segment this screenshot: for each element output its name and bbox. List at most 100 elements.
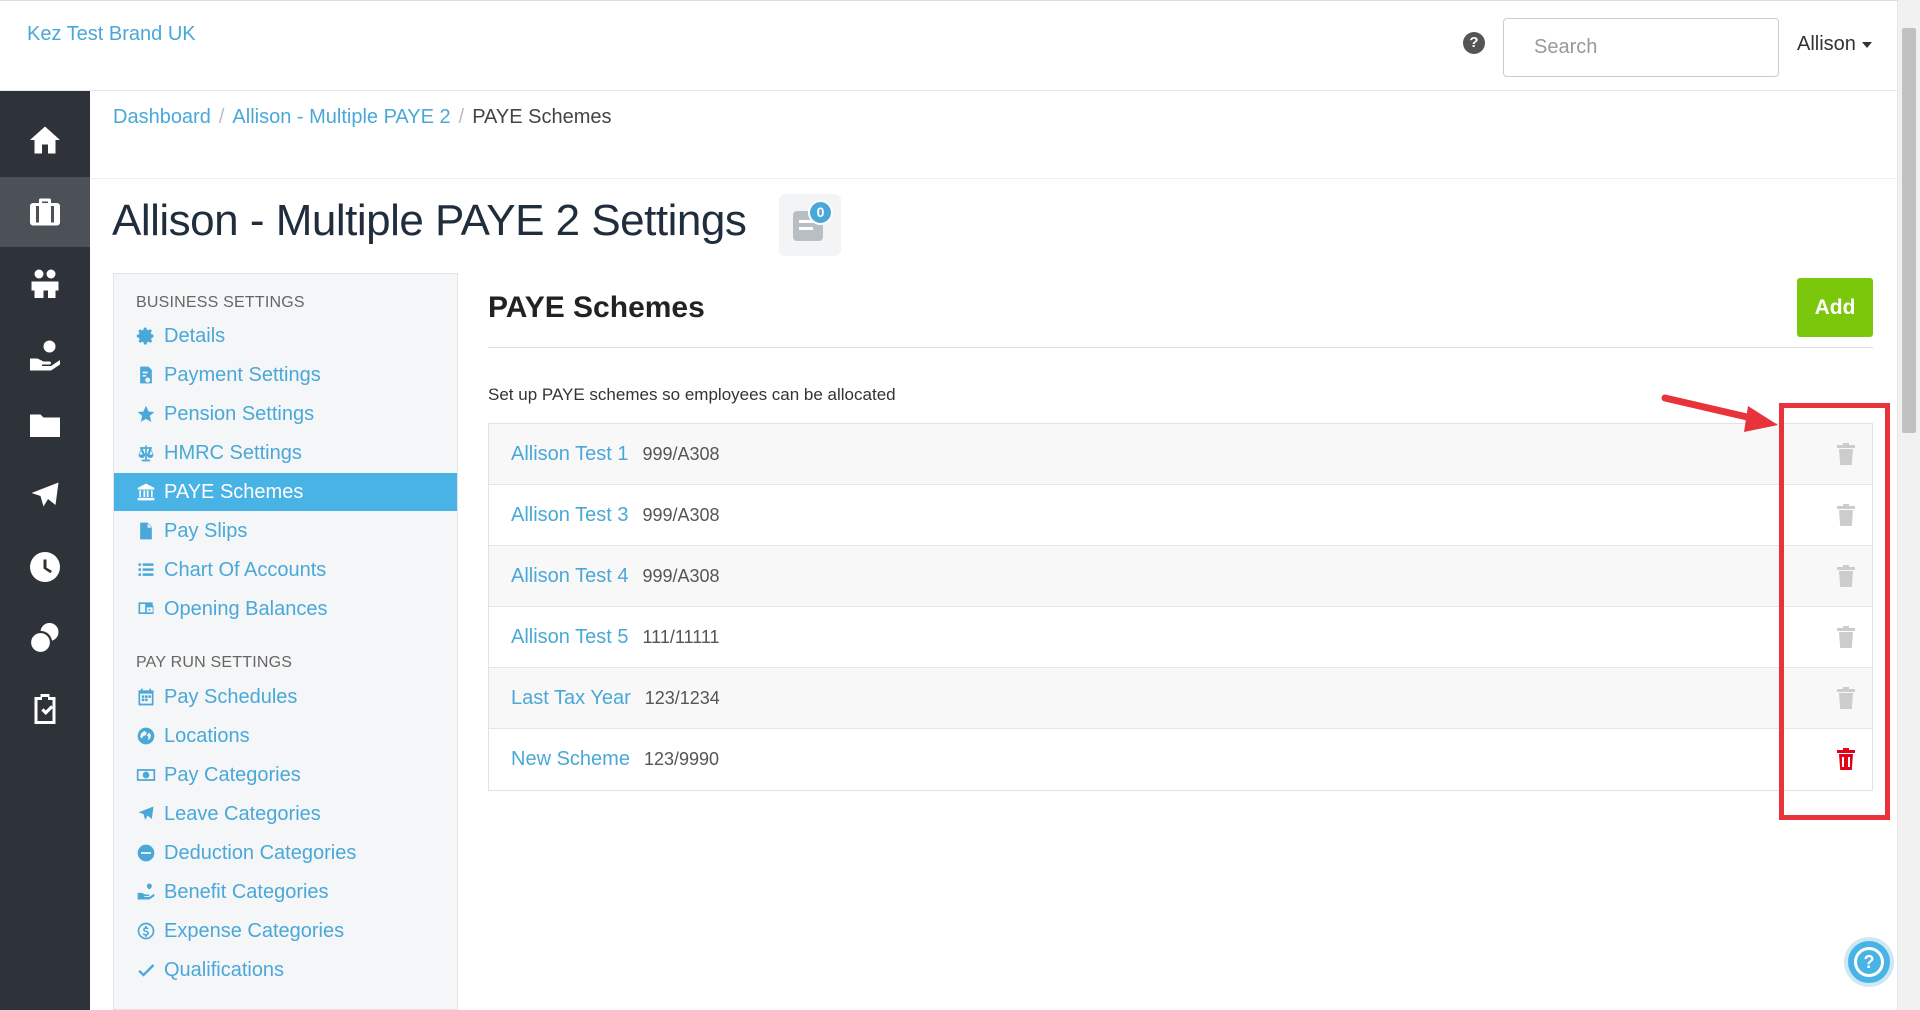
scheme-row: Last Tax Year 123/1234 <box>489 668 1872 729</box>
scheme-name-link[interactable]: Last Tax Year <box>511 687 631 710</box>
settings-item-pay-categories[interactable]: Pay Categories <box>114 756 457 794</box>
settings-item-benefit-categories[interactable]: Benefit Categories <box>114 873 457 911</box>
star-icon <box>136 404 156 424</box>
plane-icon <box>31 482 59 507</box>
nav-leave[interactable] <box>0 461 90 531</box>
settings-item-label: Pension Settings <box>164 402 315 425</box>
settings-item-expense-categories[interactable]: Expense Categories <box>114 912 457 950</box>
settings-item-chart-of-accounts[interactable]: Chart Of Accounts <box>114 551 457 589</box>
user-menu[interactable]: Allison <box>1797 33 1872 56</box>
calendar-icon <box>136 687 156 707</box>
notes-button[interactable]: 0 <box>779 194 841 256</box>
dollar-icon <box>136 921 156 941</box>
settings-item-paye-schemes[interactable]: PAYE Schemes <box>114 473 457 511</box>
settings-item-pay-schedules[interactable]: Pay Schedules <box>114 678 457 716</box>
breadcrumb-bar: Dashboard / Allison - Multiple PAYE 2 / PAYE… <box>90 91 1897 179</box>
settings-item-label: HMRC Settings <box>164 441 302 464</box>
floating-help-button[interactable]: ? <box>1844 937 1894 987</box>
clock-icon <box>30 552 60 582</box>
breadcrumb-separator: / <box>218 106 225 128</box>
section-description: Set up PAYE schemes so employees can be … <box>488 385 896 404</box>
settings-item-label: Locations <box>164 724 250 747</box>
scheme-name-link[interactable]: Allison Test 4 <box>511 565 628 588</box>
question-icon: ? <box>1854 947 1884 977</box>
help-icon[interactable]: ? <box>1463 32 1485 54</box>
nav-timesheets[interactable] <box>0 532 90 602</box>
scheme-row: New Scheme 123/9990 <box>489 729 1872 790</box>
benefit-icon <box>136 882 156 902</box>
scheme-reference: 123/1234 <box>644 687 720 708</box>
file-icon <box>136 521 156 541</box>
wallet-icon <box>136 599 156 619</box>
payment-icon <box>136 365 156 385</box>
scrollbar-thumb[interactable] <box>1902 28 1916 433</box>
clipboard-check-icon <box>34 694 56 724</box>
settings-item-locations[interactable]: Locations <box>114 717 457 755</box>
business-settings-heading: BUSINESS SETTINGS <box>136 294 305 311</box>
scheme-row: Allison Test 4 999/A308 <box>489 546 1872 607</box>
add-scheme-button[interactable]: Add <box>1797 278 1873 337</box>
nav-documents[interactable] <box>0 390 90 460</box>
check-icon <box>136 960 156 980</box>
globe-icon <box>136 726 156 746</box>
gear-icon <box>136 326 156 346</box>
nav-business[interactable] <box>0 177 90 247</box>
settings-item-details[interactable]: Details <box>114 317 457 355</box>
settings-item-payment[interactable]: Payment Settings <box>114 356 457 394</box>
notes-count-badge: 0 <box>808 200 833 225</box>
scheme-reference: 999/A308 <box>642 565 720 586</box>
scheme-reference: 999/A308 <box>642 443 720 464</box>
scheme-row: Allison Test 5 111/11111 <box>489 607 1872 668</box>
page-scrollbar[interactable] <box>1897 0 1920 1010</box>
nav-payroll[interactable] <box>0 319 90 389</box>
settings-item-qualifications[interactable]: Qualifications <box>114 951 457 989</box>
left-nav <box>0 91 90 1010</box>
scheme-name-link[interactable]: New Scheme <box>511 748 630 771</box>
briefcase-icon <box>30 198 60 226</box>
settings-item-label: Leave Categories <box>164 802 321 825</box>
search-input[interactable] <box>1503 18 1779 77</box>
top-bar: Kez Test Brand UK ? Allison <box>0 0 1897 91</box>
breadcrumb-dashboard[interactable]: Dashboard <box>113 106 211 128</box>
nav-employees[interactable] <box>0 248 90 318</box>
list-icon <box>136 560 156 580</box>
settings-item-pension[interactable]: Pension Settings <box>114 395 457 433</box>
breadcrumb: Dashboard / Allison - Multiple PAYE 2 / PAYE… <box>113 106 612 129</box>
nav-reports[interactable] <box>0 674 90 744</box>
plane-icon <box>136 804 156 824</box>
scheme-reference: 123/9990 <box>643 749 720 769</box>
scales-icon <box>136 443 156 463</box>
user-name: Allison <box>1797 33 1856 55</box>
pay-run-settings-heading: PAY RUN SETTINGS <box>136 654 293 671</box>
scheme-name-link[interactable]: Allison Test 1 <box>511 443 628 466</box>
settings-item-label: Opening Balances <box>164 597 328 620</box>
settings-item-pay-slips[interactable]: Pay Slips <box>114 512 457 550</box>
money-icon <box>136 765 156 785</box>
settings-item-label: Expense Categories <box>164 919 345 942</box>
settings-item-deduction-categories[interactable]: Deduction Categories <box>114 834 457 872</box>
brand-link[interactable]: Kez Test Brand UK <box>27 23 196 46</box>
scheme-row: Allison Test 3 999/A308 <box>489 485 1872 546</box>
settings-item-label: Chart Of Accounts <box>164 558 327 581</box>
settings-item-label: Payment Settings <box>164 363 321 386</box>
breadcrumb-current: PAYE Schemes <box>472 106 612 128</box>
settings-item-label: PAYE Schemes <box>164 480 304 503</box>
settings-item-label: Pay Schedules <box>164 685 298 708</box>
people-icon <box>31 269 59 298</box>
home-icon <box>30 126 60 154</box>
scheme-list: Allison Test 1 999/A308 Allison Test 3 9… <box>488 423 1873 791</box>
settings-item-label: Deduction Categories <box>164 841 357 864</box>
nav-expenses[interactable] <box>0 603 90 673</box>
scheme-name-link[interactable]: Allison Test 3 <box>511 504 628 527</box>
breadcrumb-business[interactable]: Allison - Multiple PAYE 2 <box>232 106 450 128</box>
settings-item-hmrc[interactable]: HMRC Settings <box>114 434 457 472</box>
minus-circle-icon <box>136 843 156 863</box>
settings-item-label: Qualifications <box>164 958 285 981</box>
scheme-name-link[interactable]: Allison Test 5 <box>511 626 628 649</box>
settings-item-label: Details <box>164 324 226 347</box>
nav-home[interactable] <box>0 105 90 175</box>
settings-item-opening-balances[interactable]: Opening Balances <box>114 590 457 628</box>
settings-item-leave-categories[interactable]: Leave Categories <box>114 795 457 833</box>
breadcrumb-separator: / <box>458 106 465 128</box>
hand-coin-icon <box>30 340 60 371</box>
